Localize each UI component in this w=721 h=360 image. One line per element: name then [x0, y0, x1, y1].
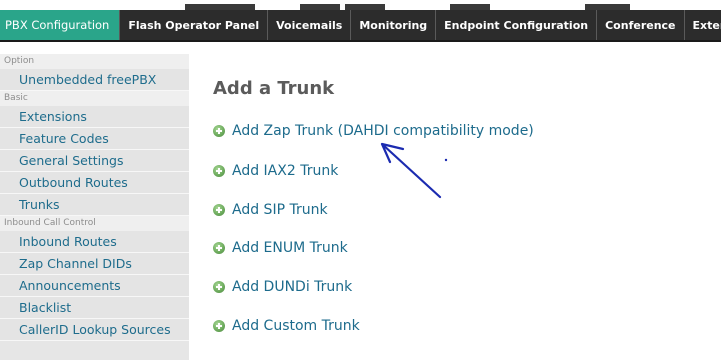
annotation-dot: [444, 158, 448, 162]
annotation-overlay: [380, 142, 448, 199]
annotation-arrow: [380, 142, 442, 199]
